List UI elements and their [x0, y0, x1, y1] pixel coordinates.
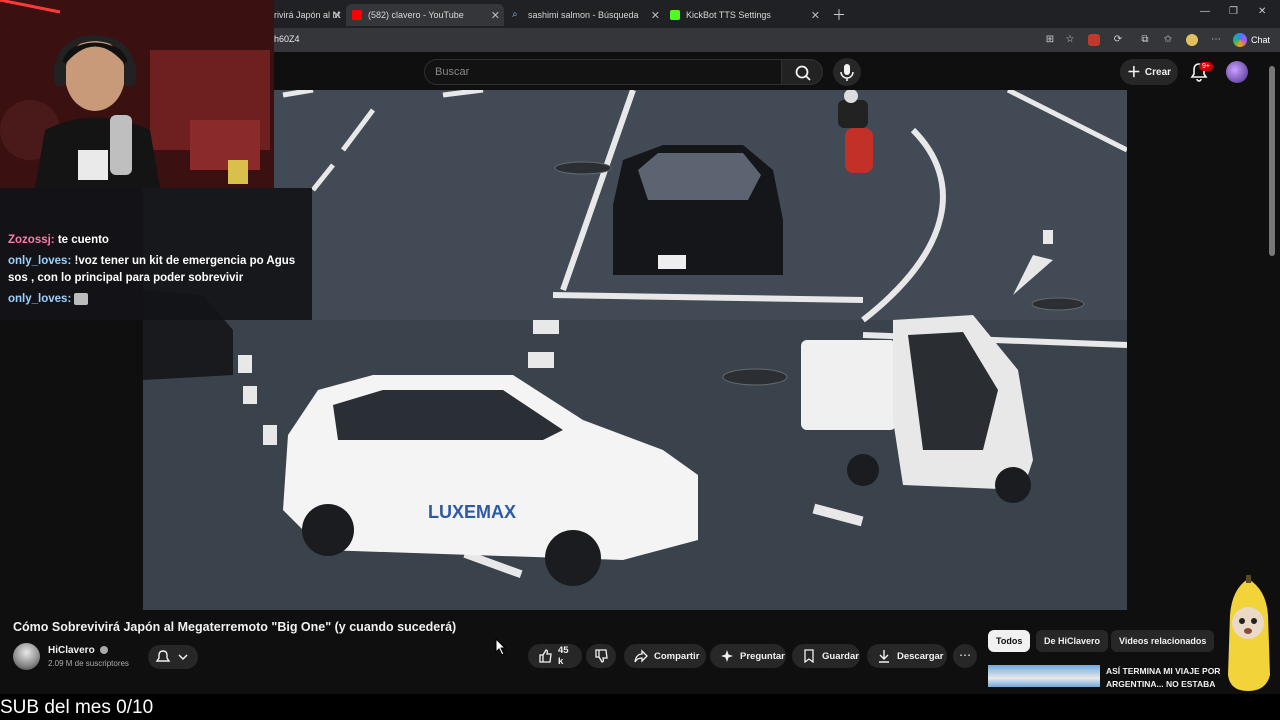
more-actions-icon[interactable]: ⋯	[953, 644, 977, 668]
create-button[interactable]: ＋ Crear	[1120, 59, 1178, 85]
like-button[interactable]: 45 k	[528, 644, 582, 668]
dislike-button[interactable]	[586, 644, 616, 668]
chip-related-videos[interactable]: Videos relacionados	[1111, 630, 1215, 652]
chat-message: only_loves:	[8, 291, 304, 308]
channel-name[interactable]: HiClavero	[48, 645, 109, 656]
subscriber-count: 2.09 M de suscriptores	[48, 659, 129, 668]
tab-youtube[interactable]: (582) clavero - YouTube ✕	[346, 4, 504, 26]
close-icon[interactable]: ✕	[333, 9, 342, 22]
video-frame-street-scene: LUXEMAX	[143, 90, 1127, 610]
bell-chevron-icon	[155, 650, 188, 662]
refresh-extension-icon[interactable]: ⟳	[1112, 34, 1124, 46]
page-scrollbar[interactable]	[1268, 60, 1276, 690]
bookmark-icon	[804, 649, 814, 663]
video-player[interactable]: LUXEMAX	[143, 90, 1127, 610]
chat-text: te cuento	[57, 234, 109, 246]
app-available-icon[interactable]: ⊞	[1044, 34, 1056, 46]
streamer-webcam	[0, 0, 274, 188]
tab-japon-video[interactable]: rivirá Japón al M ✕	[268, 4, 346, 26]
close-icon[interactable]: ✕	[651, 9, 660, 22]
share-button[interactable]: Compartir	[624, 644, 706, 668]
download-icon	[879, 650, 889, 663]
plus-icon: ＋	[1126, 64, 1141, 80]
svg-text:LUXEMAX: LUXEMAX	[428, 502, 516, 522]
sub-goal-bar	[0, 694, 1280, 720]
minimize-icon[interactable]: —	[1200, 6, 1210, 17]
chat-label: Chat	[1250, 35, 1270, 45]
chat-message: only_loves: !voz tener un kit de emergen…	[8, 253, 304, 287]
kick-icon	[670, 10, 680, 20]
account-avatar[interactable]	[1226, 61, 1248, 83]
notifications-badge: 9+	[1199, 62, 1213, 71]
url-field[interactable]: h60Z4	[274, 34, 300, 44]
maximize-icon[interactable]: ❐	[1229, 6, 1238, 17]
voice-search-button[interactable]	[833, 58, 861, 86]
save-label: Guardar	[822, 650, 859, 662]
related-video-title[interactable]: ASÍ TERMINA MI VIAJE POR ARGENTINA... NO…	[1106, 665, 1231, 687]
favorites-icon[interactable]: ✩	[1162, 34, 1174, 46]
tab-label: KickBot TTS Settings	[686, 10, 771, 20]
channel-name-text: HiClavero	[48, 645, 95, 656]
webcam-overlay	[0, 0, 274, 188]
thumbs-up-icon	[539, 649, 552, 663]
verified-icon	[100, 646, 109, 655]
close-window-icon[interactable]: ✕	[1258, 6, 1266, 17]
close-icon[interactable]: ✕	[811, 9, 820, 22]
search-icon	[795, 65, 811, 81]
channel-avatar[interactable]	[13, 643, 40, 670]
new-tab-icon[interactable]: ＋	[832, 5, 846, 25]
chat-username: Zozossj:	[8, 234, 55, 246]
banana-cat-overlay	[1228, 575, 1270, 691]
chat-username: only_loves:	[8, 255, 72, 267]
scrollbar-thumb[interactable]	[1269, 66, 1275, 256]
tab-label: sashimi salmon - Búsqueda	[528, 10, 639, 20]
copilot-icon	[1232, 33, 1247, 47]
extension-icon[interactable]	[1088, 34, 1100, 46]
microphone-icon	[840, 64, 854, 81]
download-label: Descargar	[897, 650, 944, 662]
mouse-cursor-icon	[495, 638, 507, 656]
stream-chat-overlay: Zozossj: te cuento only_loves: !voz tene…	[0, 188, 312, 320]
create-label: Crear	[1144, 66, 1172, 78]
search-input[interactable]: Buscar	[424, 59, 782, 85]
copilot-chat-button[interactable]: Chat	[1232, 32, 1270, 48]
thumbs-down-icon	[595, 649, 608, 663]
more-menu-icon[interactable]: ⋯	[1210, 34, 1222, 46]
chip-all[interactable]: Todos	[988, 630, 1031, 652]
tab-kickbot[interactable]: KickBot TTS Settings ✕	[664, 4, 824, 26]
youtube-icon	[352, 10, 362, 20]
search-button[interactable]	[781, 59, 823, 85]
share-icon	[634, 649, 648, 663]
video-title: Cómo Sobrevivirá Japón al Megaterremoto …	[13, 620, 457, 634]
sub-goal-text: SUB del mes 0/10	[0, 697, 154, 718]
search-icon: ⌕	[512, 9, 518, 20]
profile-icon[interactable]	[1186, 34, 1198, 46]
favorite-star-icon[interactable]: ☆	[1064, 34, 1076, 46]
emote-icon	[74, 292, 89, 305]
tab-label: (582) clavero - YouTube	[368, 10, 464, 20]
close-icon[interactable]: ✕	[491, 9, 500, 22]
like-count: 45 k	[558, 645, 569, 667]
sparkle-icon	[721, 650, 733, 662]
ask-label: Preguntar	[740, 650, 785, 662]
save-button[interactable]: Guardar	[792, 644, 860, 668]
related-video-thumbnail[interactable]	[988, 665, 1100, 687]
screen: rivirá Japón al M ✕ (582) clavero - YouT…	[0, 0, 1280, 720]
tab-bing-search[interactable]: ⌕ sashimi salmon - Búsqueda ✕	[506, 4, 664, 26]
ask-button[interactable]: Preguntar	[710, 644, 786, 668]
chat-username: only_loves:	[8, 293, 72, 305]
split-screen-icon[interactable]: ⧉	[1139, 34, 1151, 46]
chat-message: Zozossj: te cuento	[8, 232, 304, 249]
tab-label: rivirá Japón al M	[274, 10, 341, 20]
subscription-notifications-button[interactable]	[148, 645, 198, 669]
download-button[interactable]: Descargar	[867, 644, 947, 668]
share-label: Compartir	[654, 650, 700, 662]
chip-from-channel[interactable]: De HiClavero	[1036, 630, 1109, 652]
